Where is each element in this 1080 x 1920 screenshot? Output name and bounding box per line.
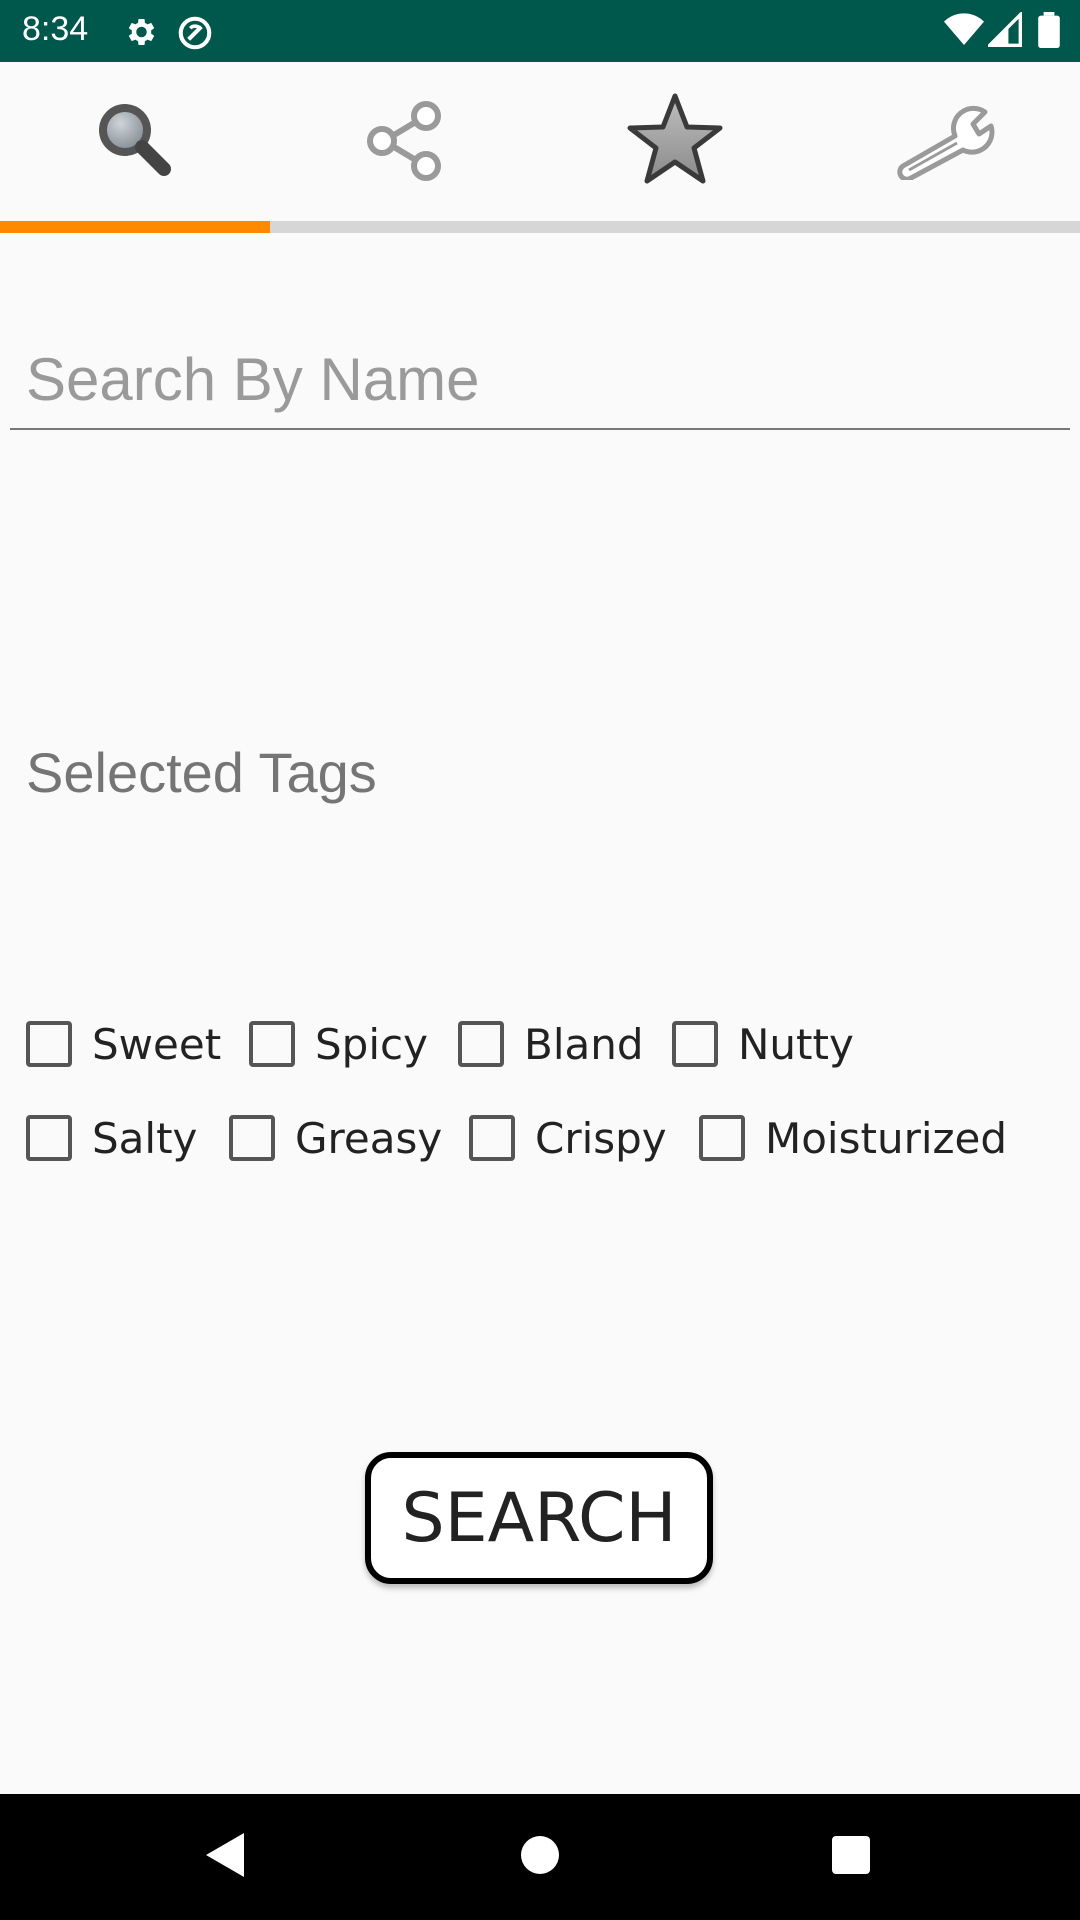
- checkbox-box[interactable]: [672, 1021, 718, 1067]
- tab-share[interactable]: [270, 62, 540, 222]
- battery-icon: [1038, 12, 1060, 52]
- settings-icon: [122, 14, 158, 54]
- recents-icon: [831, 1835, 871, 1879]
- tab-indicator: [0, 221, 270, 233]
- tag-checkbox-spicy[interactable]: Spicy: [249, 1014, 428, 1074]
- checkbox-box[interactable]: [249, 1021, 295, 1067]
- back-icon: [204, 1831, 248, 1883]
- tab-search[interactable]: [0, 62, 270, 222]
- tag-label: Spicy: [315, 1019, 428, 1069]
- back-button[interactable]: [166, 1794, 286, 1920]
- tab-bar: [0, 62, 1080, 222]
- search-button-label: SEARCH: [401, 1478, 677, 1558]
- tag-checkbox-moisturized[interactable]: Moisturized: [699, 1108, 1007, 1168]
- selected-tags-label: Selected Tags: [26, 741, 377, 804]
- search-icon: [92, 97, 178, 187]
- vpn-icon: [176, 14, 214, 56]
- tag-label: Nutty: [738, 1019, 854, 1069]
- tag-checkbox-salty[interactable]: Salty: [26, 1108, 197, 1168]
- navigation-bar: [0, 1794, 1080, 1920]
- tag-label: Crispy: [535, 1113, 667, 1163]
- tag-label: Bland: [524, 1019, 644, 1069]
- tab-settings[interactable]: [810, 62, 1080, 222]
- wifi-icon: [944, 12, 984, 52]
- share-icon: [362, 97, 448, 187]
- checkbox-box[interactable]: [469, 1115, 515, 1161]
- tag-label: Salty: [92, 1113, 198, 1163]
- checkbox-box[interactable]: [26, 1115, 72, 1161]
- tag-checkbox-bland[interactable]: Bland: [458, 1014, 644, 1074]
- checkbox-box[interactable]: [458, 1021, 504, 1067]
- home-icon: [520, 1835, 560, 1879]
- checkbox-box[interactable]: [26, 1021, 72, 1067]
- tag-checkbox-greasy[interactable]: Greasy: [229, 1108, 442, 1168]
- status-time: 8:34: [22, 10, 89, 48]
- checkbox-box[interactable]: [699, 1115, 745, 1161]
- signal-icon: [985, 10, 1022, 52]
- search-input[interactable]: [10, 330, 1070, 430]
- star-icon: [625, 90, 725, 194]
- tag-checkbox-nutty[interactable]: Nutty: [672, 1014, 854, 1074]
- tag-label: Sweet: [92, 1019, 222, 1069]
- tag-label: Moisturized: [765, 1113, 1008, 1163]
- home-button[interactable]: [480, 1794, 600, 1920]
- tab-favorites[interactable]: [540, 62, 810, 222]
- tag-checkbox-sweet[interactable]: Sweet: [26, 1014, 221, 1074]
- app-screen: 8:34 Search By Name Selected Tags Sweet …: [0, 0, 1080, 1920]
- tag-checkbox-crispy[interactable]: Crispy: [469, 1108, 667, 1168]
- recents-button[interactable]: [791, 1794, 911, 1920]
- status-bar: 8:34: [0, 0, 1080, 62]
- checkbox-box[interactable]: [229, 1115, 275, 1161]
- tag-label: Greasy: [295, 1113, 443, 1163]
- search-button[interactable]: SEARCH: [365, 1452, 713, 1584]
- wrench-icon: [895, 100, 995, 184]
